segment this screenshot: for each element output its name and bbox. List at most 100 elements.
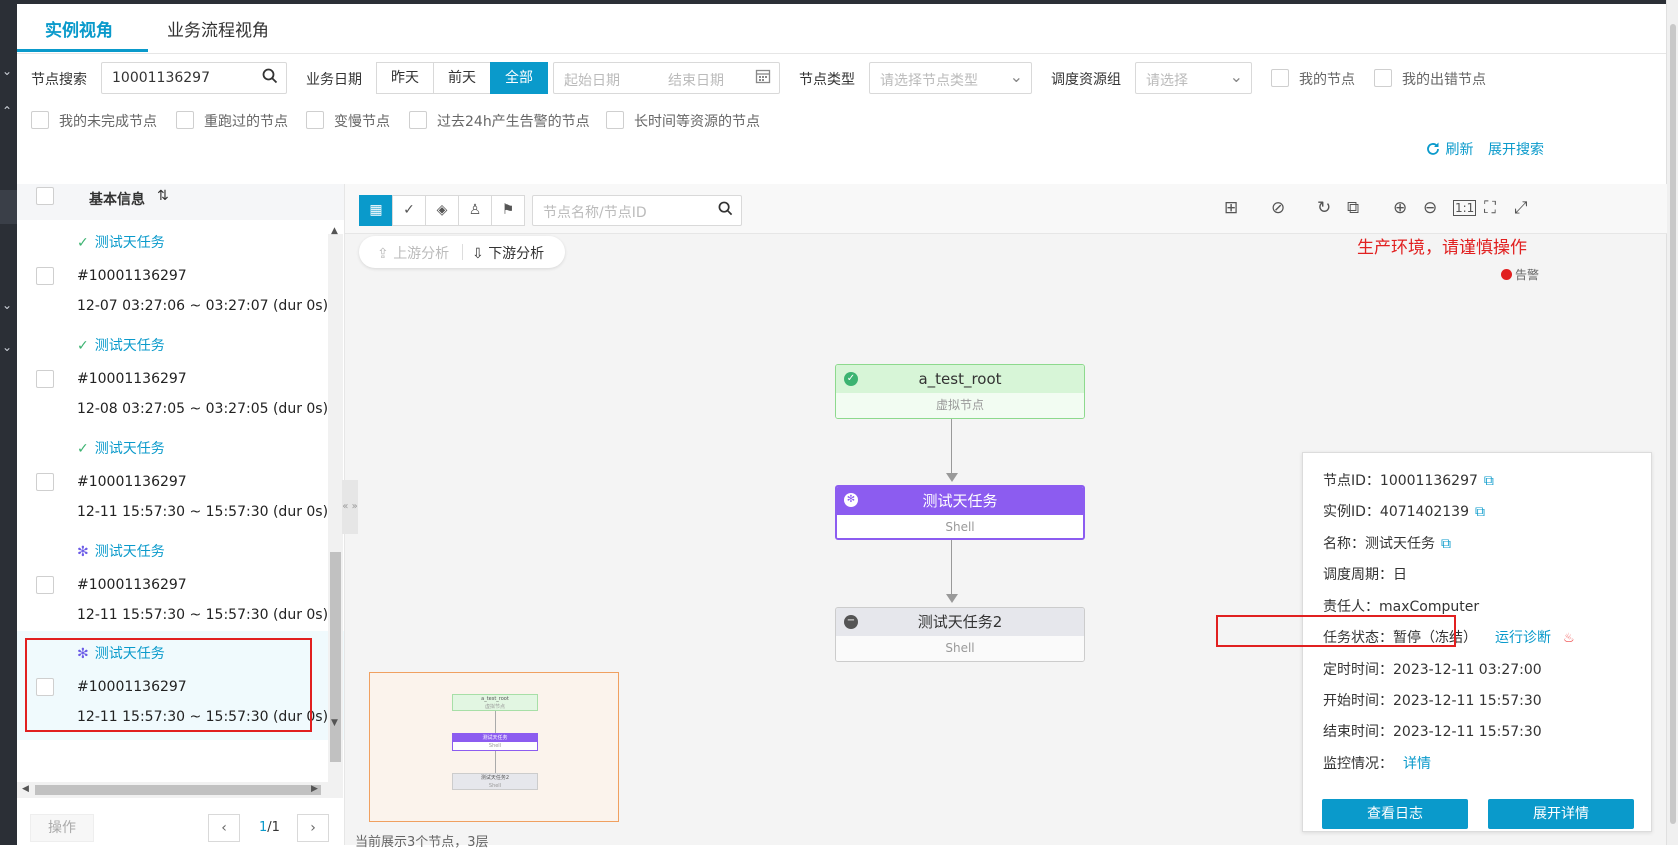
- edge-arrow: [946, 594, 958, 603]
- chevron-up-icon[interactable]: ⌃: [2, 104, 12, 118]
- date-yesterday-button[interactable]: 昨天: [376, 62, 434, 94]
- page-scrollbar[interactable]: [1666, 0, 1678, 845]
- task-name[interactable]: 测试天任务: [95, 235, 165, 251]
- fullscreen-icon[interactable]: ⤢: [1514, 198, 1528, 218]
- map-icon[interactable]: ⊞: [1224, 198, 1238, 218]
- minimap[interactable]: a_test_root 虚拟节点 测试天任务 Shell 测试天任务2 Shell: [369, 672, 619, 822]
- task-time: 12-11 15:57:30 ~ 15:57:30 (dur 0s): [77, 607, 329, 623]
- scroll-left-icon[interactable]: ◀: [22, 784, 29, 794]
- end-date-input[interactable]: 结束日期: [668, 70, 724, 90]
- canvas-node-search[interactable]: 节点名称/节点ID: [532, 195, 742, 226]
- tab-instance-view[interactable]: 实例视角: [45, 16, 113, 41]
- alert-24h-checkbox[interactable]: [409, 111, 427, 129]
- list-horizontal-scrollbar[interactable]: ◀ ▶: [17, 782, 343, 798]
- node-type: Shell: [837, 515, 1083, 538]
- analysis-pill: ⇪ 上游分析 ⇩ 下游分析: [359, 236, 565, 268]
- rerun-checkbox[interactable]: [176, 111, 194, 129]
- minimap-node: 测试天任务 Shell: [452, 733, 538, 751]
- node-type-placeholder: 请选择节点类型: [880, 73, 978, 89]
- copy-icon[interactable]: ⧉: [1475, 504, 1485, 520]
- zoom-in-icon[interactable]: ⊕: [1393, 198, 1407, 218]
- long-wait-checkbox[interactable]: [606, 111, 624, 129]
- expand-detail-button[interactable]: 展开详情: [1488, 799, 1634, 829]
- row-checkbox[interactable]: [36, 267, 54, 285]
- task-name[interactable]: 测试天任务: [95, 338, 165, 354]
- expand-search-link[interactable]: 展开搜索: [1488, 139, 1544, 159]
- sort-icon[interactable]: ⇅: [157, 188, 169, 204]
- user-filter-button[interactable]: ♙: [458, 195, 492, 226]
- downstream-analysis-button[interactable]: ⇩ 下游分析: [472, 243, 544, 263]
- next-page-button[interactable]: ›: [297, 814, 329, 842]
- actual-size-icon[interactable]: 1:1: [1453, 200, 1477, 216]
- zoom-out-icon[interactable]: ⊖: [1423, 198, 1437, 218]
- date-range-picker[interactable]: 起始日期 结束日期: [553, 62, 780, 94]
- tab-business-flow-view[interactable]: 业务流程视角: [167, 16, 269, 41]
- view-log-button[interactable]: 查看日志: [1322, 799, 1468, 829]
- list-scrollbar-thumb[interactable]: [330, 552, 341, 762]
- task-name[interactable]: 测试天任务: [95, 441, 165, 457]
- frozen-icon: ✻: [844, 493, 858, 507]
- list-item[interactable]: ✓ 测试天任务 #10001136297 12-07 03:27:06 ~ 03:…: [17, 220, 344, 329]
- my-unfinished-checkbox[interactable]: [31, 111, 49, 129]
- check-circle-icon: ✓: [77, 235, 89, 251]
- list-header-label: 基本信息: [89, 192, 145, 208]
- resource-group-select[interactable]: 请选择 ⌄: [1135, 62, 1252, 94]
- task-time: 12-07 03:27:06 ~ 03:27:07 (dur 0s): [77, 298, 329, 314]
- row-checkbox[interactable]: [36, 370, 54, 388]
- node-search-input[interactable]: 10001136297: [101, 62, 287, 94]
- dag-node-task2[interactable]: − 测试天任务2 Shell: [835, 607, 1085, 662]
- select-all-checkbox[interactable]: [36, 187, 54, 205]
- page-indicator: 1/1: [259, 820, 280, 835]
- node-type: Shell: [836, 636, 1084, 661]
- task-name[interactable]: 测试天任务: [95, 544, 165, 560]
- minimap-edge: [495, 751, 496, 773]
- row-checkbox[interactable]: [36, 576, 54, 594]
- upstream-analysis-button[interactable]: ⇪ 上游分析: [377, 243, 449, 263]
- check-filter-button[interactable]: ✓: [392, 195, 426, 226]
- scroll-up-icon[interactable]: ▲: [331, 226, 338, 236]
- slow-nodes-checkbox[interactable]: [306, 111, 324, 129]
- my-nodes-checkbox[interactable]: [1271, 69, 1289, 87]
- monitor-detail-link[interactable]: 详情: [1403, 756, 1431, 772]
- scroll-right-icon[interactable]: ▶: [311, 784, 318, 794]
- calendar-icon[interactable]: [755, 68, 771, 88]
- list-hscroll-thumb[interactable]: [35, 785, 321, 795]
- flag-filter-button[interactable]: ⚑: [491, 195, 525, 226]
- list-item[interactable]: ✻ 测试天任务 #10001136297 12-11 15:57:30 ~ 15:…: [17, 529, 344, 638]
- list-vertical-scrollbar[interactable]: ▲ ▼: [328, 226, 343, 782]
- row-checkbox[interactable]: [36, 473, 54, 491]
- chevron-down-icon[interactable]: ⌄: [2, 340, 12, 354]
- run-diagnose-link[interactable]: 运行诊断: [1495, 630, 1551, 646]
- copy-icon[interactable]: ⧉: [1441, 536, 1451, 552]
- reload-icon[interactable]: ↻: [1317, 198, 1331, 218]
- grid-view-button[interactable]: ▦: [359, 195, 393, 226]
- list-item[interactable]: ✓ 测试天任务 #10001136297 12-11 15:57:30 ~ 15:…: [17, 426, 344, 535]
- nav-selected-item[interactable]: [0, 190, 17, 224]
- hide-icon[interactable]: ⊘: [1271, 198, 1285, 218]
- dag-node-task[interactable]: ✻ 测试天任务 Shell: [835, 485, 1085, 540]
- action-button[interactable]: 操作: [30, 814, 94, 842]
- fit-view-icon[interactable]: ⛶: [1484, 198, 1496, 218]
- search-icon[interactable]: [262, 68, 278, 88]
- node-type-select[interactable]: 请选择节点类型 ⌄: [869, 62, 1032, 94]
- search-icon[interactable]: [718, 201, 733, 220]
- dag-node-root[interactable]: ✓ a_test_root 虚拟节点: [835, 364, 1085, 419]
- my-error-nodes-checkbox[interactable]: [1374, 69, 1392, 87]
- refresh-button[interactable]: 刷新: [1425, 139, 1473, 159]
- scroll-down-icon[interactable]: ▼: [331, 718, 338, 728]
- copy-icon[interactable]: ⧉: [1484, 473, 1494, 489]
- layers-icon[interactable]: ⧉: [1347, 198, 1359, 218]
- prev-page-button[interactable]: ‹: [208, 814, 240, 842]
- collapse-panel-handle[interactable]: « »: [342, 480, 358, 534]
- date-day-before-button[interactable]: 前天: [433, 62, 491, 94]
- date-all-button[interactable]: 全部: [490, 62, 548, 94]
- page-scrollbar-thumb[interactable]: [1670, 24, 1676, 824]
- list-item[interactable]: ✓ 测试天任务 #10001136297 12-08 03:27:05 ~ 03:…: [17, 323, 344, 432]
- detail-start-time: 开始时间：2023-12-11 15:57:30: [1323, 693, 1542, 709]
- detail-cycle: 调度周期：日: [1323, 567, 1407, 583]
- cube-filter-button[interactable]: ◈: [425, 195, 459, 226]
- upstream-label: 上游分析: [393, 246, 450, 262]
- chevron-down-icon[interactable]: ⌄: [2, 298, 12, 312]
- chevron-down-icon[interactable]: ⌄: [2, 64, 12, 78]
- start-date-input[interactable]: 起始日期: [564, 70, 620, 90]
